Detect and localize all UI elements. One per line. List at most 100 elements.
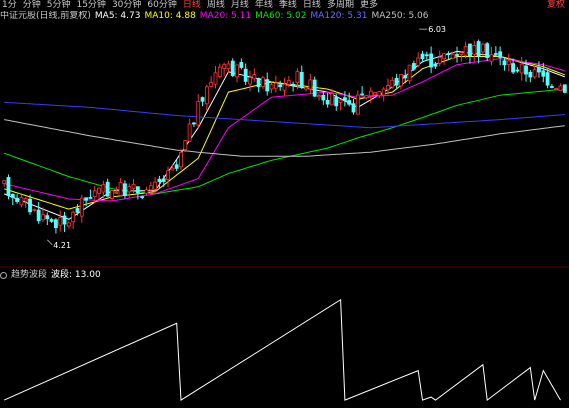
period-tab-3[interactable]: 15分钟 xyxy=(74,0,109,11)
candle xyxy=(19,194,24,208)
candle-body xyxy=(15,197,20,202)
period-tab-7[interactable]: 周线 xyxy=(205,0,229,11)
candle-body xyxy=(502,60,507,66)
candle-body xyxy=(161,178,166,182)
candle xyxy=(66,221,71,229)
candle-body xyxy=(312,79,317,97)
candle-body xyxy=(381,88,386,96)
candle-body xyxy=(230,60,235,76)
candle xyxy=(58,210,63,232)
candle xyxy=(472,40,477,63)
candle-body xyxy=(386,85,390,91)
candle-body xyxy=(476,41,481,57)
candle-body xyxy=(2,180,7,184)
candle xyxy=(213,65,218,89)
candle-body xyxy=(515,69,520,72)
period-tab-0[interactable]: 1分 xyxy=(0,0,21,11)
ma60-label: MA60: 5.02 xyxy=(255,11,307,21)
candle xyxy=(351,98,356,115)
candle-body xyxy=(291,83,296,86)
candle-body xyxy=(105,181,110,197)
candle xyxy=(187,119,192,143)
adjust-button[interactable]: 复权 xyxy=(547,0,565,11)
candle-body xyxy=(174,164,179,169)
candle-body xyxy=(252,74,257,80)
candle-body xyxy=(110,190,114,199)
candle-body xyxy=(131,183,136,189)
period-toolbar: 1分 分钟 5分钟 15分钟 30分钟 60分钟 日线 周线 月线 年线 季线 日线 多周期 更多 复权 xyxy=(0,0,569,11)
candle-body xyxy=(528,72,533,78)
candle-body xyxy=(468,43,472,57)
candle xyxy=(541,62,546,83)
candle-body xyxy=(308,79,313,90)
period-tab-5[interactable]: 60分钟 xyxy=(145,0,180,11)
candle-body xyxy=(480,43,485,53)
candle-body xyxy=(304,86,308,90)
candle xyxy=(114,186,119,194)
period-tab-4[interactable]: 30分钟 xyxy=(110,0,145,11)
candle xyxy=(304,86,308,92)
candle xyxy=(222,62,227,77)
candle-body xyxy=(330,93,334,106)
candle xyxy=(32,208,37,212)
candle xyxy=(519,56,524,81)
candle xyxy=(36,202,41,224)
candle-body xyxy=(261,77,265,87)
period-tab-8[interactable]: 月线 xyxy=(229,0,253,11)
candle xyxy=(252,68,257,82)
candle-body xyxy=(549,86,554,88)
candle xyxy=(226,60,231,73)
candle xyxy=(105,178,110,197)
settings-icon[interactable] xyxy=(0,272,7,279)
candle xyxy=(468,43,472,64)
candle xyxy=(506,53,511,72)
candle-body xyxy=(437,56,442,64)
candle-body xyxy=(153,181,158,190)
period-tab-9[interactable]: 年线 xyxy=(253,0,277,11)
candle-body xyxy=(243,68,248,82)
ma5-label: MA5: 4.73 xyxy=(94,11,141,21)
indicator-chart[interactable] xyxy=(0,268,569,408)
period-tab-10[interactable]: 季线 xyxy=(277,0,301,11)
candle xyxy=(549,83,554,89)
candle-body xyxy=(118,182,123,196)
candle-body xyxy=(62,215,67,225)
candle xyxy=(239,58,244,70)
candle-body xyxy=(537,67,541,73)
candle-body xyxy=(148,185,153,191)
period-tab-6[interactable]: 日线 xyxy=(181,0,205,11)
candle-body xyxy=(10,193,15,198)
period-tab-13[interactable]: 更多 xyxy=(358,0,382,11)
candle-body xyxy=(558,85,563,92)
candle-body xyxy=(485,43,490,58)
candle xyxy=(49,217,54,223)
price-annotation-low: 4.21 xyxy=(53,241,71,250)
period-tab-2[interactable]: 5分钟 xyxy=(45,0,75,11)
candle xyxy=(243,63,248,86)
trend-wave-line xyxy=(3,298,561,402)
period-tab-12[interactable]: 多周期 xyxy=(325,0,358,11)
candle xyxy=(45,212,50,226)
ma250-label: MA250: 5.06 xyxy=(371,11,429,21)
period-tab-1[interactable]: 分钟 xyxy=(21,0,45,11)
candle xyxy=(407,64,412,85)
candle-body xyxy=(498,51,503,58)
candlestick-chart[interactable]: 6.03 4.21 xyxy=(0,22,569,268)
candle-body xyxy=(442,53,446,60)
candle xyxy=(489,46,494,66)
candle xyxy=(554,87,559,91)
candle xyxy=(123,180,127,199)
period-tab-11[interactable]: 日线 xyxy=(301,0,325,11)
candle-body xyxy=(166,170,170,181)
candle xyxy=(230,58,235,77)
candle xyxy=(204,84,209,111)
candle xyxy=(545,69,550,89)
candle-body xyxy=(157,178,162,182)
candle xyxy=(485,42,490,62)
candle-body xyxy=(351,103,356,113)
candle-body xyxy=(92,190,97,198)
candle-body xyxy=(88,197,93,199)
candle-body xyxy=(299,72,304,87)
candle-body xyxy=(235,64,239,78)
candle xyxy=(110,190,114,201)
